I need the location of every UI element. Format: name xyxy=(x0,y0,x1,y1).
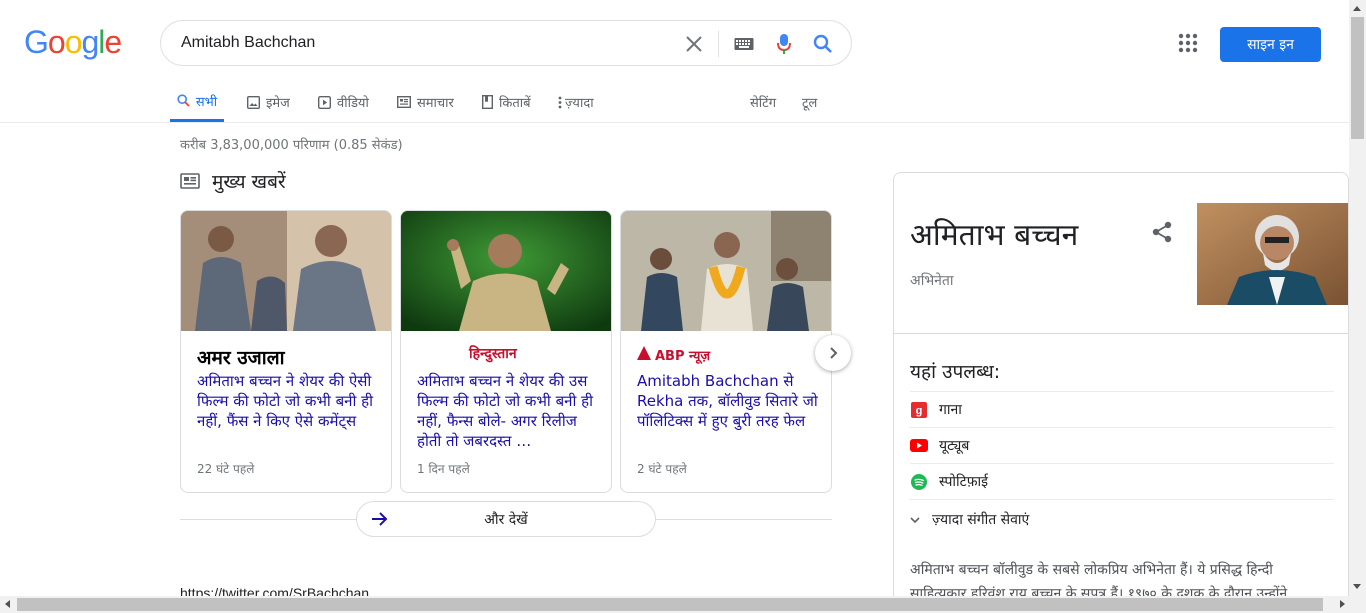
more-music-services-label: ज़्यादा संगीत सेवाएं xyxy=(932,512,1030,528)
kp-image[interactable] xyxy=(1197,203,1348,305)
tab-tools[interactable]: टूल xyxy=(802,82,817,122)
spotify-icon xyxy=(910,473,928,491)
more-news-label: और देखें xyxy=(484,511,528,528)
carousel-next-button[interactable] xyxy=(815,335,851,371)
horizontal-scrollbar[interactable] xyxy=(0,596,1366,613)
service-label: यूट्यूब xyxy=(939,438,970,454)
tab-settings-label: सेटिंग xyxy=(750,96,777,111)
search-icon[interactable] xyxy=(812,33,834,55)
tab-images-label: इमेज xyxy=(266,96,290,111)
scrollbar-thumb[interactable] xyxy=(17,598,1323,611)
news-headline[interactable]: अमिताभ बच्चन ने शेयर की ऐसी फिल्म की फोट… xyxy=(197,371,381,431)
news-source-label: ABP न्यूज़ xyxy=(655,349,711,364)
scroll-up-icon[interactable] xyxy=(1353,6,1361,11)
more-news-button[interactable]: और देखें xyxy=(356,501,656,537)
tab-videos-label: वीडियो xyxy=(337,96,369,111)
search-icon xyxy=(177,94,190,107)
news-thumbnail xyxy=(401,211,611,331)
vertical-scrollbar[interactable] xyxy=(1349,0,1366,596)
apps-grid-icon[interactable] xyxy=(1178,33,1198,53)
news-card[interactable]: हिन्दुस्तान अमिताभ बच्चन ने शेयर की उस फ… xyxy=(400,210,612,493)
result-stats: करीब 3,83,00,000 परिणाम (0.85 सेकंड) xyxy=(180,138,403,153)
tab-videos[interactable]: वीडियो xyxy=(318,82,369,122)
tab-books-label: किताबें xyxy=(499,96,531,111)
search-box xyxy=(160,20,852,66)
tab-books[interactable]: किताबें xyxy=(482,82,531,122)
abp-logo-icon xyxy=(637,346,651,364)
news-time: 22 घंटे पहले xyxy=(197,462,255,476)
news-source: अमर उजाला xyxy=(197,347,285,369)
keyboard-icon[interactable] xyxy=(733,33,755,55)
search-tabs: सभी इमेज वीडियो समाचार किताबें ज़्यादा स… xyxy=(0,82,1350,123)
share-icon[interactable] xyxy=(1152,221,1174,243)
more-vert-icon xyxy=(558,96,562,109)
tab-all[interactable]: सभी xyxy=(170,82,224,122)
google-logo[interactable]: Google xyxy=(24,24,122,61)
tab-news[interactable]: समाचार xyxy=(397,82,454,122)
news-headline[interactable]: Amitabh Bachchan से Rekha तक, बॉलीवुड सि… xyxy=(637,371,821,431)
scrollbar-thumb[interactable] xyxy=(1351,17,1364,139)
kp-divider xyxy=(894,333,1348,334)
svg-text:g: g xyxy=(916,405,923,417)
tab-more[interactable]: ज़्यादा xyxy=(558,82,594,122)
tab-tools-label: टूल xyxy=(802,96,818,111)
gaana-icon: g xyxy=(910,401,928,419)
tab-images[interactable]: इमेज xyxy=(247,82,290,122)
youtube-icon xyxy=(910,437,928,455)
scroll-right-icon[interactable] xyxy=(1340,600,1345,608)
search-divider xyxy=(718,31,719,57)
knowledge-panel: अमिताभ बच्चन अभिनेता यहां उपलब्ध: g गाना… xyxy=(893,172,1349,612)
news-source: ABP न्यूज़ xyxy=(637,344,710,366)
microphone-icon[interactable] xyxy=(773,33,795,55)
scroll-down-icon[interactable] xyxy=(1353,584,1361,589)
kp-title: अमिताभ बच्चन xyxy=(910,218,1079,253)
news-card[interactable]: अमर उजाला अमिताभ बच्चन ने शेयर की ऐसी फि… xyxy=(180,210,392,493)
service-label: स्पोटिफ़ाई xyxy=(939,474,988,490)
service-label: गाना xyxy=(939,402,962,418)
news-card[interactable]: ABP न्यूज़ Amitabh Bachchan से Rekha तक,… xyxy=(620,210,832,493)
scroll-left-icon[interactable] xyxy=(5,600,10,608)
video-icon xyxy=(318,95,331,109)
news-time: 2 घंटे पहले xyxy=(637,462,687,476)
service-spotify[interactable]: स्पोटिफ़ाई xyxy=(910,463,1334,499)
chevron-down-icon xyxy=(910,512,920,528)
tab-news-label: समाचार xyxy=(417,96,454,111)
service-youtube[interactable]: यूट्यूब xyxy=(910,427,1334,463)
top-stories-header: मुख्य खबरें xyxy=(180,168,286,194)
top-stories-title: मुख्य खबरें xyxy=(212,171,286,193)
tab-all-label: सभी xyxy=(195,94,218,110)
news-icon xyxy=(397,96,411,108)
newspaper-icon xyxy=(180,173,200,189)
image-icon xyxy=(247,95,260,109)
signin-button[interactable]: साइन इन xyxy=(1220,27,1321,62)
kp-available-title: यहां उपलब्ध: xyxy=(910,361,1001,383)
tab-settings[interactable]: सेटिंग xyxy=(750,82,776,122)
arrow-right-icon xyxy=(371,511,389,531)
service-gaana[interactable]: g गाना xyxy=(910,391,1334,427)
book-icon xyxy=(482,95,493,109)
more-music-services[interactable]: ज़्यादा संगीत सेवाएं xyxy=(910,499,1334,539)
kp-subtitle: अभिनेता xyxy=(910,273,954,289)
news-source: हिन्दुस्तान xyxy=(469,346,517,362)
news-thumbnail xyxy=(181,211,391,331)
search-input[interactable] xyxy=(181,32,671,54)
chevron-right-icon xyxy=(830,347,838,359)
tab-more-label: ज़्यादा xyxy=(565,96,594,111)
news-headline[interactable]: अमिताभ बच्चन ने शेयर की उस फिल्म की फोटो… xyxy=(417,371,601,451)
clear-icon[interactable] xyxy=(683,33,705,55)
news-time: 1 दिन पहले xyxy=(417,462,470,476)
news-thumbnail xyxy=(621,211,831,331)
